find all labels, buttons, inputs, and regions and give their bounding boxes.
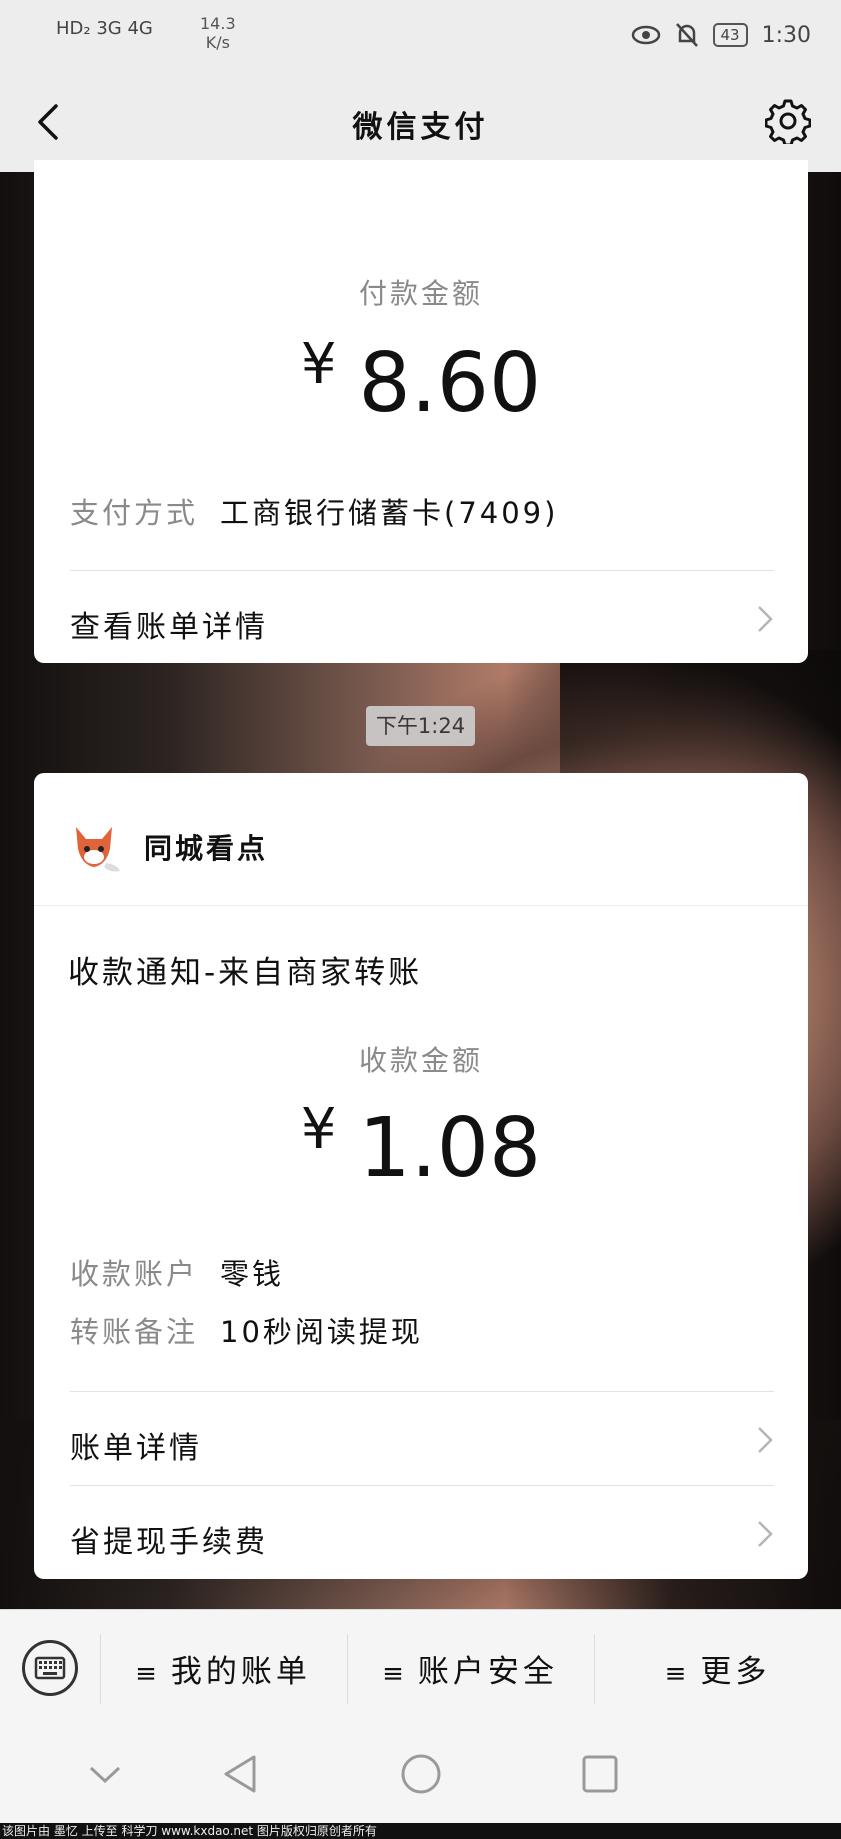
receipt-amount-label: 收款金额 <box>358 1044 483 1077</box>
menu-my-bills-label: 我的账单 <box>170 1654 311 1690</box>
receiving-account-value: 零钱 <box>220 1257 285 1291</box>
status-icons: 43 1:30 <box>631 22 811 48</box>
menu-icon: ≡ <box>135 1659 161 1689</box>
battery-indicator: 43 <box>712 23 748 47</box>
payment-card: 付款金额 ¥8.60 支付方式 工商银行储蓄卡(7409) 查看账单详情 <box>34 160 808 663</box>
notice-title: 收款通知-来自商家转账 <box>68 955 423 991</box>
menu-account-security-label: 账户安全 <box>417 1654 558 1690</box>
speed-value: 14.3 <box>200 14 236 33</box>
receipt-amount: ¥1.08 <box>34 1097 808 1196</box>
status-bar: HD₂ 3G 4G 14.3 K/s 43 1:30 <box>0 0 841 72</box>
menu-account-security[interactable]: ≡ 账户安全 <box>347 1646 593 1691</box>
receiving-account-row: 收款账户 零钱 <box>70 1251 284 1293</box>
back-triangle-icon[interactable] <box>222 1753 258 1795</box>
menu-more[interactable]: ≡ 更多 <box>594 1646 841 1691</box>
currency-symbol: ¥ <box>300 332 337 397</box>
network-speed: 14.3 K/s <box>200 14 236 52</box>
source-name: 同城看点 <box>144 832 269 865</box>
title-bar: 微信支付 <box>0 72 841 172</box>
keyboard-toggle-button[interactable] <box>22 1640 78 1696</box>
recent-apps-square-icon[interactable] <box>582 1755 618 1793</box>
menu-icon: ≡ <box>382 1659 408 1689</box>
receipt-card[interactable]: 同城看点 收款通知-来自商家转账 收款金额 ¥1.08 收款账户 零钱 转账备注 1… <box>34 773 808 1579</box>
payment-method-row: 支付方式 工商银行储蓄卡(7409) <box>70 490 558 532</box>
view-bill-details-label: 查看账单详情 <box>70 610 268 645</box>
bill-details-link[interactable]: 账单详情 <box>70 1423 774 1467</box>
chevron-right-icon <box>758 606 773 632</box>
image-watermark: 该图片由 墨忆 上传至 科学刀 www.kxdao.net 图片版权归原创者所有 <box>0 1823 841 1839</box>
receiving-account-key: 收款账户 <box>70 1257 199 1291</box>
transfer-remark-key: 转账备注 <box>70 1315 199 1349</box>
payment-amount: ¥8.60 <box>34 332 808 431</box>
system-navigation-bar <box>0 1727 841 1819</box>
menu-icon: ≡ <box>664 1659 691 1689</box>
service-menu-bar: ≡ 我的账单 ≡ 账户安全 ≡ 更多 <box>0 1609 841 1728</box>
view-bill-details-link[interactable]: 查看账单详情 <box>70 602 774 646</box>
message-timestamp: 下午1:24 <box>366 706 475 746</box>
payment-method-value: 工商银行储蓄卡(7409) <box>220 496 559 530</box>
bottom-area: ≡ 我的账单 ≡ 账户安全 ≡ 更多 <box>0 1609 841 1839</box>
divider <box>34 905 808 906</box>
chevron-right-icon <box>758 1427 773 1453</box>
speed-unit: K/s <box>205 33 230 52</box>
transfer-remark-value: 10秒阅读提现 <box>220 1315 423 1349</box>
home-circle-icon[interactable] <box>400 1753 442 1795</box>
bill-details-label: 账单详情 <box>70 1431 202 1466</box>
payment-method-key: 支付方式 <box>70 496 199 530</box>
bell-muted-icon <box>675 23 698 47</box>
payment-amount-label: 付款金额 <box>358 277 483 310</box>
divider <box>70 1391 774 1392</box>
page-title: 微信支付 <box>352 110 489 145</box>
payment-amount-value: 8.60 <box>358 336 542 431</box>
eye-icon <box>631 25 660 45</box>
menu-my-bills[interactable]: ≡ 我的账单 <box>100 1646 346 1691</box>
currency-symbol: ¥ <box>300 1097 337 1162</box>
save-fee-link[interactable]: 省提现手续费 <box>70 1517 774 1561</box>
gear-icon[interactable] <box>765 98 811 144</box>
receipt-amount-value: 1.08 <box>358 1101 542 1196</box>
chevron-right-icon <box>758 1521 773 1547</box>
save-fee-label: 省提现手续费 <box>70 1525 268 1560</box>
divider <box>70 570 774 571</box>
source-header[interactable]: 同城看点 <box>66 817 268 877</box>
fox-logo-icon <box>76 827 120 872</box>
divider <box>70 1485 774 1486</box>
transfer-remark-row: 转账备注 10秒阅读提现 <box>70 1309 423 1351</box>
chevron-down-icon[interactable] <box>88 1765 122 1785</box>
keyboard-icon <box>34 1656 66 1680</box>
menu-more-label: 更多 <box>700 1654 771 1690</box>
network-indicator: HD₂ 3G 4G <box>56 18 153 39</box>
status-time: 1:30 <box>761 22 811 48</box>
